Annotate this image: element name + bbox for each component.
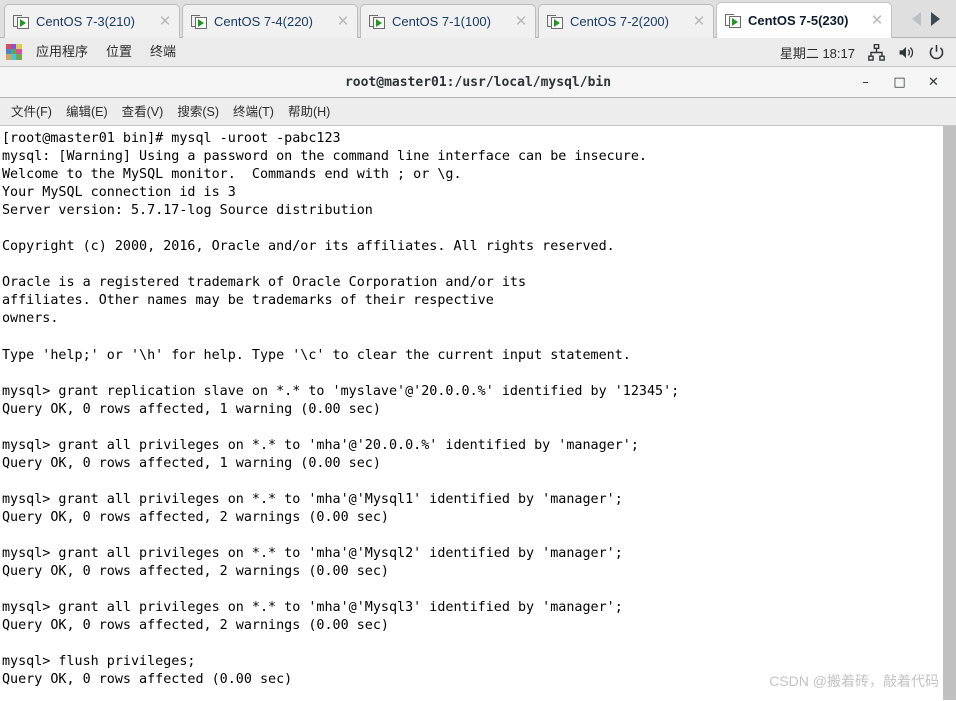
vm-power-on-icon [725,13,742,29]
vm-tab-label: CentOS 7-2(200) [570,14,669,29]
vm-tab-bar: CentOS 7-3(210) ✕ CentOS 7-4(220) ✕ Cent… [0,0,956,38]
vm-power-on-icon [191,14,208,30]
menu-terminal[interactable]: 终端(T) [226,99,281,125]
close-icon[interactable]: ✕ [155,14,175,29]
terminal-screen[interactable]: [root@master01 bin]# mysql -uroot -pabc1… [0,126,943,700]
menu-search[interactable]: 搜索(S) [170,99,226,125]
vm-power-on-icon [547,14,564,30]
vm-tab-centos-7-2[interactable]: CentOS 7-2(200) ✕ [538,4,714,38]
menu-file[interactable]: 文件(F) [4,99,59,125]
applications-grid-icon [6,44,22,60]
tab-navigation [900,9,952,29]
minimize-button[interactable]: – [859,76,872,89]
menu-help[interactable]: 帮助(H) [281,99,337,125]
power-icon[interactable] [928,44,945,61]
terminal-body: [root@master01 bin]# mysql -uroot -pabc1… [0,126,956,700]
close-icon[interactable]: ✕ [333,14,353,29]
menu-view[interactable]: 查看(V) [115,99,171,125]
panel-status-area: 星期二 18:17 [780,43,956,62]
vm-tab-centos-7-4[interactable]: CentOS 7-4(220) ✕ [182,4,358,38]
window-title: root@master01:/usr/local/mysql/bin [344,74,612,90]
volume-icon[interactable] [898,44,915,61]
terminal-menu-bar: 文件(F) 编辑(E) 查看(V) 搜索(S) 终端(T) 帮助(H) [0,98,956,126]
vm-tab-label: CentOS 7-4(220) [214,14,313,29]
window-controls: – □ ✕ [859,76,956,89]
close-icon[interactable]: ✕ [867,13,887,28]
window-title-bar[interactable]: root@master01:/usr/local/mysql/bin – □ ✕ [0,67,956,98]
network-icon[interactable] [868,43,885,61]
vm-tab-label: CentOS 7-3(210) [36,14,135,29]
prev-tab-arrow-icon[interactable] [912,12,921,26]
gnome-top-panel: 应用程序 位置 终端 星期二 18:17 [0,38,956,67]
panel-clock[interactable]: 星期二 18:17 [780,43,855,62]
vm-power-on-icon [369,14,386,30]
close-icon[interactable]: ✕ [511,14,531,29]
next-tab-arrow-icon[interactable] [931,12,940,26]
close-icon[interactable]: ✕ [689,14,709,29]
terminal-output: [root@master01 bin]# mysql -uroot -pabc1… [2,131,680,688]
vm-tab-label: CentOS 7-1(100) [392,14,491,29]
vm-power-on-icon [13,14,30,30]
panel-menu-places[interactable]: 位置 [97,38,141,66]
menu-edit[interactable]: 编辑(E) [59,99,115,125]
vm-tab-label: CentOS 7-5(230) [748,13,849,28]
vm-tab-centos-7-3[interactable]: CentOS 7-3(210) ✕ [4,4,180,38]
terminal-scrollbar[interactable] [943,126,956,700]
watermark-text: CSDN @搬着砖，敲着代码 [769,673,939,689]
vm-tab-centos-7-1[interactable]: CentOS 7-1(100) ✕ [360,4,536,38]
terminal-window: root@master01:/usr/local/mysql/bin – □ ✕… [0,67,956,701]
maximize-button[interactable]: □ [893,76,906,89]
close-button[interactable]: ✕ [927,76,940,89]
vm-tab-centos-7-5[interactable]: CentOS 7-5(230) ✕ [716,2,892,38]
panel-menu-terminal[interactable]: 终端 [141,38,185,66]
panel-menu-applications[interactable]: 应用程序 [27,38,97,66]
